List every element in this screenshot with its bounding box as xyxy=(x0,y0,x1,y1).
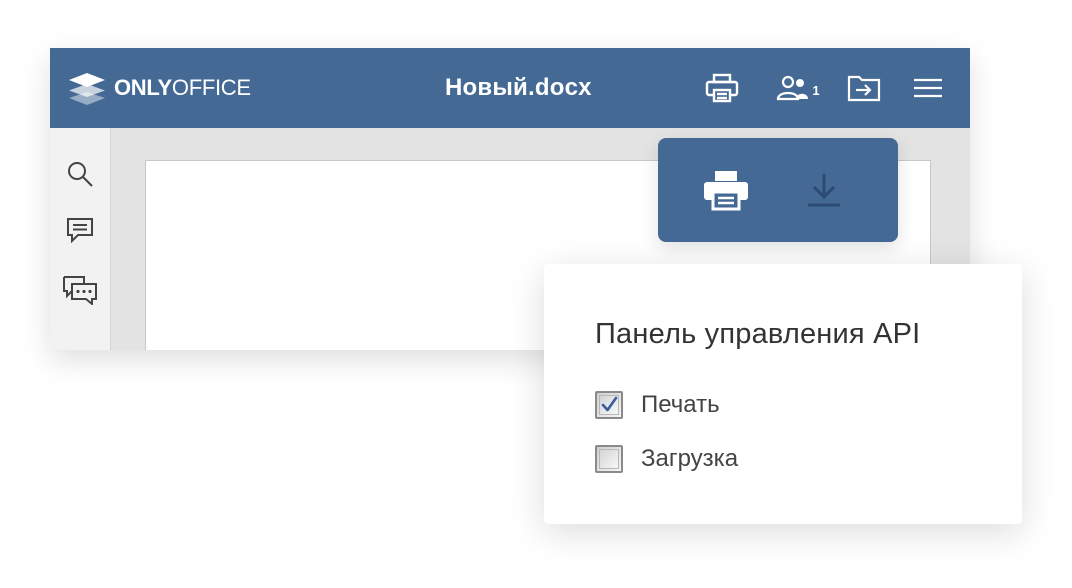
users-icon xyxy=(777,75,809,101)
print-button[interactable] xyxy=(704,72,740,104)
logo-wordmark: ONLYOFFICE xyxy=(114,75,251,101)
document-title: Новый.docx xyxy=(445,74,592,101)
download-icon xyxy=(808,174,840,207)
print-icon xyxy=(704,171,748,211)
search-icon xyxy=(68,162,93,187)
print-checkbox-box xyxy=(599,395,619,415)
download-checkbox[interactable] xyxy=(595,445,623,473)
panel-title: Панель управления API xyxy=(595,318,921,350)
api-print-button[interactable] xyxy=(700,164,752,216)
comments-icon xyxy=(67,218,93,243)
print-option-label: Печать xyxy=(641,391,720,418)
hamburger-menu-icon xyxy=(914,78,942,98)
chat-icon xyxy=(63,276,97,305)
onlyoffice-logo-icon xyxy=(69,73,105,105)
sidebar-search-button[interactable] xyxy=(62,156,98,192)
print-icon xyxy=(705,73,739,103)
download-option[interactable]: Загрузка xyxy=(595,442,738,476)
users-button[interactable]: 1 xyxy=(772,72,824,104)
print-checkbox[interactable] xyxy=(595,391,623,419)
sidebar-chat-button[interactable] xyxy=(62,272,98,308)
users-count: 1 xyxy=(812,82,820,98)
open-location-button[interactable] xyxy=(846,72,882,104)
print-option[interactable]: Печать xyxy=(595,388,720,422)
download-option-label: Загрузка xyxy=(641,445,739,472)
sidebar-comments-button[interactable] xyxy=(62,212,98,248)
api-control-panel: Панель управления API Печать Загрузка xyxy=(544,264,1022,524)
logo-wordmark-bold: ONLY xyxy=(114,75,172,100)
left-sidebar xyxy=(50,128,111,350)
onlyoffice-logo: ONLYOFFICE xyxy=(68,70,251,106)
open-location-icon xyxy=(847,75,881,102)
download-checkbox-box xyxy=(599,449,619,469)
logo-wordmark-light: OFFICE xyxy=(171,75,251,100)
api-buttons-panel xyxy=(658,138,898,242)
api-download-button[interactable] xyxy=(798,164,850,216)
menu-button[interactable] xyxy=(910,72,946,104)
editor-header: ONLYOFFICE Новый.docx 1 xyxy=(50,48,970,128)
checkmark-icon xyxy=(601,396,618,412)
